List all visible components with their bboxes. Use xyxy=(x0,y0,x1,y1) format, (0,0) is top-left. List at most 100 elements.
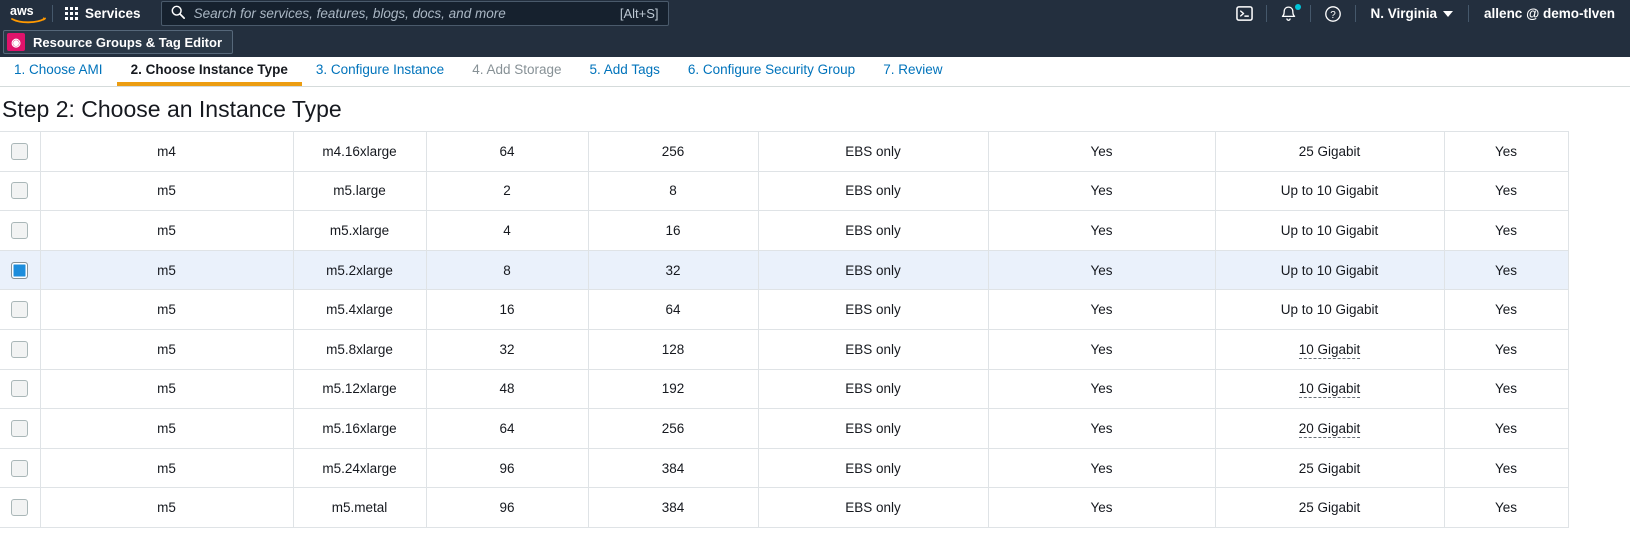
aws-logo[interactable]: aws xyxy=(0,0,52,27)
instance-storage-cell: EBS only xyxy=(758,487,989,528)
network-performance-cell: Up to 10 Gigabit xyxy=(1215,289,1445,330)
ebs-optimized-cell: Yes xyxy=(988,487,1216,528)
table-row[interactable]: m5 m5.4xlarge 16 64 EBS only Yes Up to 10 Giga… xyxy=(0,289,1569,330)
tooltip-value[interactable]: 20 Gigabit xyxy=(1298,420,1361,438)
row-select-cell[interactable] xyxy=(0,487,41,528)
row-checkbox[interactable] xyxy=(11,261,29,279)
tooltip-value[interactable]: 10 Gigabit xyxy=(1298,381,1361,399)
ebs-optimized-cell: Yes xyxy=(988,249,1216,291)
tab-add-tags[interactable]: 5. Add Tags xyxy=(576,57,674,86)
vcpus-cell: 4 xyxy=(426,210,589,251)
question-circle-icon: ? xyxy=(1324,5,1341,22)
bell-icon xyxy=(1281,5,1295,21)
type-cell: m5.8xlarge xyxy=(293,328,427,370)
vcpus-cell: 8 xyxy=(426,249,589,291)
search-icon xyxy=(171,5,185,22)
row-select-cell[interactable] xyxy=(0,289,41,330)
tab-choose-instance-type[interactable]: 2. Choose Instance Type xyxy=(116,57,302,86)
row-select-cell[interactable] xyxy=(0,447,41,489)
instance-storage-cell: EBS only xyxy=(758,408,989,449)
notifications-button[interactable] xyxy=(1267,0,1310,27)
ipv6-support-cell: Yes xyxy=(1444,368,1569,410)
instance-storage-cell: EBS only xyxy=(758,210,989,251)
table-row[interactable]: m5 m5.12xlarge 48 192 EBS only Yes 10 Gigabit Y… xyxy=(0,368,1569,410)
row-select-cell[interactable] xyxy=(0,249,41,291)
region-selector[interactable]: N. Virginia xyxy=(1356,0,1469,27)
family-cell: m5 xyxy=(40,408,294,449)
ebs-optimized-cell: Yes xyxy=(988,131,1216,172)
global-nav-right-cluster: ? N. Virginia allenc @ demo-tlven xyxy=(1223,0,1630,27)
table-row[interactable]: m5 m5.large 2 8 EBS only Yes Up to 10 Gigabit Y… xyxy=(0,170,1569,212)
row-checkbox[interactable] xyxy=(11,340,29,358)
network-performance-cell: 10 Gigabit xyxy=(1215,328,1445,370)
ebs-optimized-cell: Yes xyxy=(988,368,1216,410)
help-button[interactable]: ? xyxy=(1311,0,1355,27)
row-select-cell[interactable] xyxy=(0,408,41,449)
memory-cell: 8 xyxy=(588,170,759,212)
table-row[interactable]: m5 m5.16xlarge 64 256 EBS only Yes 20 Gigabit Y… xyxy=(0,408,1569,449)
network-performance-cell: 20 Gigabit xyxy=(1215,408,1445,449)
services-menu-button[interactable]: Services xyxy=(53,0,153,27)
instance-storage-cell: EBS only xyxy=(758,170,989,212)
row-checkbox[interactable] xyxy=(11,142,29,160)
row-checkbox[interactable] xyxy=(11,182,29,200)
type-cell: m5.large xyxy=(293,170,427,212)
cloudshell-button[interactable] xyxy=(1223,0,1266,27)
row-checkbox[interactable] xyxy=(11,459,29,477)
services-label: Services xyxy=(85,6,141,21)
notification-badge-dot xyxy=(1294,4,1301,10)
row-checkbox[interactable] xyxy=(11,380,29,398)
tooltip-value[interactable]: 10 Gigabit xyxy=(1298,341,1361,359)
tab-configure-instance[interactable]: 3. Configure Instance xyxy=(302,57,458,86)
vcpus-cell: 32 xyxy=(426,328,589,370)
tab-configure-security-group[interactable]: 6. Configure Security Group xyxy=(674,57,869,86)
account-label: allenc @ demo-tlven xyxy=(1484,6,1615,21)
row-checkbox[interactable] xyxy=(11,221,29,239)
table-row[interactable]: m5 m5.24xlarge 96 384 EBS only Yes 25 Gigabit Y… xyxy=(0,447,1569,489)
table-row[interactable]: m5 m5.xlarge 4 16 EBS only Yes Up to 10 Gigabi… xyxy=(0,210,1569,251)
account-menu[interactable]: allenc @ demo-tlven xyxy=(1469,0,1630,27)
family-cell: m5 xyxy=(40,249,294,291)
network-performance-cell: 25 Gigabit xyxy=(1215,447,1445,489)
ebs-optimized-cell: Yes xyxy=(988,328,1216,370)
grid-icon xyxy=(65,7,78,20)
ipv6-support-cell: Yes xyxy=(1444,131,1569,172)
family-cell: m5 xyxy=(40,447,294,489)
ipv6-support-cell: Yes xyxy=(1444,170,1569,212)
table-row[interactable]: m4 m4.16xlarge 64 256 EBS only Yes 25 Gigabit Y… xyxy=(0,131,1569,172)
vcpus-cell: 2 xyxy=(426,170,589,212)
row-select-cell[interactable] xyxy=(0,368,41,410)
type-cell: m5.4xlarge xyxy=(293,289,427,330)
table-row[interactable]: m5 m5.metal 96 384 EBS only Yes 25 Gigabit Yes xyxy=(0,487,1569,528)
resource-groups-button[interactable]: ◉ Resource Groups & Tag Editor xyxy=(3,30,234,54)
row-checkbox[interactable] xyxy=(11,419,29,437)
ipv6-support-cell: Yes xyxy=(1444,249,1569,291)
region-label: N. Virginia xyxy=(1370,6,1438,21)
memory-cell: 64 xyxy=(588,289,759,330)
row-select-cell[interactable] xyxy=(0,170,41,212)
search-input[interactable]: Search for services, features, blogs, do… xyxy=(194,6,611,21)
row-select-cell[interactable] xyxy=(0,328,41,370)
row-select-cell[interactable] xyxy=(0,131,41,172)
row-checkbox[interactable] xyxy=(11,499,29,517)
global-search-box[interactable]: Search for services, features, blogs, do… xyxy=(160,1,669,26)
vcpus-cell: 96 xyxy=(426,447,589,489)
table-row[interactable]: m5 m5.2xlarge 8 32 EBS only Yes Up to 10 Gigab… xyxy=(0,249,1569,291)
ebs-optimized-cell: Yes xyxy=(988,289,1216,330)
memory-cell: 16 xyxy=(588,210,759,251)
network-performance-cell: 25 Gigabit xyxy=(1215,487,1445,528)
row-checkbox[interactable] xyxy=(11,301,29,319)
type-cell: m4.16xlarge xyxy=(293,131,427,172)
row-select-cell[interactable] xyxy=(0,210,41,251)
family-cell: m5 xyxy=(40,487,294,528)
instance-storage-cell: EBS only xyxy=(758,131,989,172)
table-row[interactable]: m5 m5.8xlarge 32 128 EBS only Yes 10 Gigabit Ye… xyxy=(0,328,1569,370)
tab-choose-ami[interactable]: 1. Choose AMI xyxy=(0,57,117,86)
type-cell: m5.24xlarge xyxy=(293,447,427,489)
type-cell: m5.xlarge xyxy=(293,210,427,251)
tab-add-storage[interactable]: 4. Add Storage xyxy=(458,57,575,86)
tab-review[interactable]: 7. Review xyxy=(869,57,956,86)
instance-type-table-container: m4 m4.16xlarge 64 256 EBS only Yes 25 Gigabit Y… xyxy=(0,131,1630,528)
vcpus-cell: 64 xyxy=(426,408,589,449)
memory-cell: 192 xyxy=(588,368,759,410)
